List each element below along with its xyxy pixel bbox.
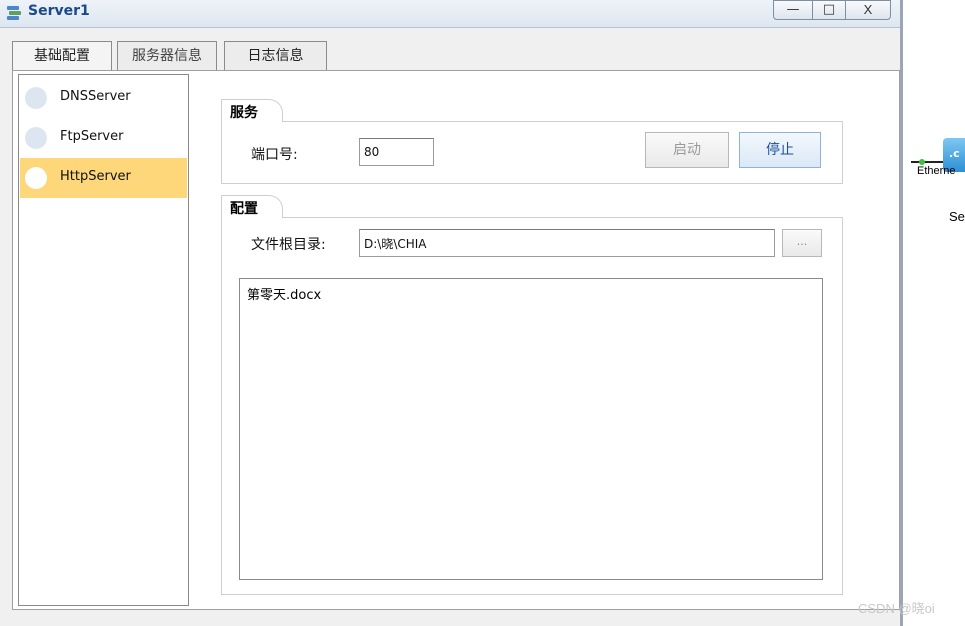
link-label: Etherne xyxy=(917,165,956,177)
close-icon: X xyxy=(863,2,873,17)
node-icon-text: .c xyxy=(949,147,960,160)
stop-button[interactable]: 停止 xyxy=(739,132,821,168)
file-list[interactable]: 第零天.docx xyxy=(239,278,823,580)
status-dot-icon xyxy=(25,87,47,109)
maximize-icon: □ xyxy=(822,2,836,17)
title-bar[interactable]: Server1 — □ X xyxy=(0,0,900,28)
minimize-button[interactable]: — xyxy=(773,0,813,20)
sidebar-item-label: FtpServer xyxy=(60,129,124,144)
service-group: 服务 端口号: 启动 停止 xyxy=(221,99,843,184)
tab-server-info[interactable]: 服务器信息 xyxy=(117,41,217,71)
minimize-icon: — xyxy=(786,2,800,17)
root-dir-label: 文件根目录: xyxy=(251,237,326,253)
sidebar-item-label: DNSServer xyxy=(60,89,131,104)
group-header: 配置 xyxy=(221,195,283,218)
root-dir-input[interactable] xyxy=(359,229,775,257)
tab-content-panel: DNSServer FtpServer HttpServer 服务 端口号: 启… xyxy=(12,70,900,610)
sidebar-item-httpserver[interactable]: HttpServer xyxy=(20,158,187,198)
server-app-icon xyxy=(7,6,21,20)
server-config-window: Server1 — □ X 基础配置 服务器信息 日志信息 DNSServer … xyxy=(0,0,903,626)
tab-basic-config[interactable]: 基础配置 xyxy=(12,41,112,71)
config-group: 配置 文件根目录: ... 第零天.docx xyxy=(221,195,843,595)
topology-canvas[interactable]: .c Etherne Se xyxy=(903,0,965,626)
close-button[interactable]: X xyxy=(845,0,891,20)
port-input[interactable] xyxy=(359,138,434,166)
tab-log-info[interactable]: 日志信息 xyxy=(224,41,327,71)
window-title: Server1 xyxy=(28,3,90,19)
port-label: 端口号: xyxy=(251,147,298,163)
group-title: 配置 xyxy=(230,201,258,217)
status-dot-icon xyxy=(25,127,47,149)
maximize-button[interactable]: □ xyxy=(812,0,846,20)
list-item[interactable]: 第零天.docx xyxy=(247,284,321,303)
watermark: CSDN @晓oi xyxy=(858,601,935,616)
group-title: 服务 xyxy=(230,105,258,121)
start-button[interactable]: 启动 xyxy=(645,132,729,168)
status-dot-icon xyxy=(25,167,47,189)
sidebar-item-dnsserver[interactable]: DNSServer xyxy=(20,78,187,118)
node-label: Se xyxy=(949,209,965,224)
group-header: 服务 xyxy=(221,99,283,122)
server-list: DNSServer FtpServer HttpServer xyxy=(18,74,189,606)
browse-button[interactable]: ... xyxy=(782,229,822,257)
sidebar-item-label: HttpServer xyxy=(60,169,131,184)
sidebar-item-ftpserver[interactable]: FtpServer xyxy=(20,118,187,158)
